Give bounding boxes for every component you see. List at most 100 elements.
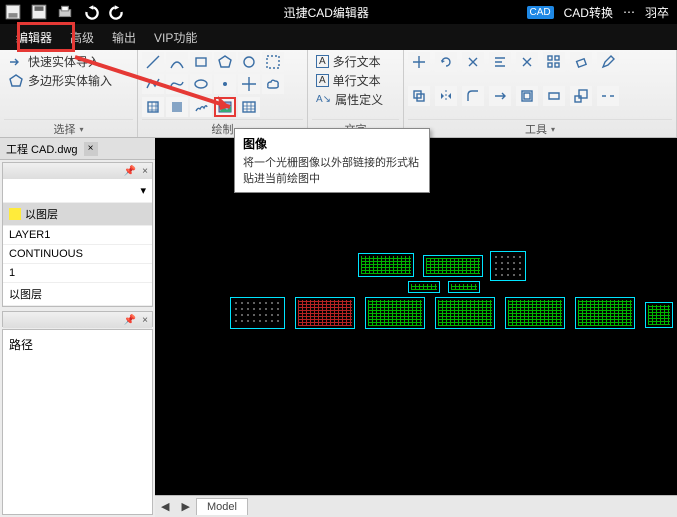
tab-advanced[interactable]: 高级 [70, 29, 94, 46]
layer-label: 1 [9, 267, 15, 279]
file-tab[interactable]: 工程 CAD.dwg × [0, 138, 155, 160]
rect-select-icon[interactable] [262, 52, 284, 72]
redo-icon[interactable] [108, 3, 126, 21]
save-icon[interactable] [4, 3, 22, 21]
layer-row[interactable]: 1 [3, 264, 152, 283]
drawing-thumb [295, 297, 355, 329]
fillet-icon[interactable] [462, 86, 484, 106]
sketch-icon[interactable] [190, 97, 212, 117]
ribbon-tabbar: 编辑器 高级 输出 VIP功能 [0, 24, 677, 50]
tooltip-body: 将一个光栅图像以外部链接的形式粘贴进当前绘图中 [243, 154, 421, 186]
pin-icon[interactable]: 📌 [124, 166, 136, 177]
trim-icon[interactable] [462, 52, 484, 72]
drawing-thumb [408, 281, 440, 293]
app-title: 迅捷CAD编辑器 [126, 4, 527, 21]
cad-badge: CAD [527, 6, 554, 19]
drawing-thumb [505, 297, 565, 329]
group-tools-label: 工具 [525, 121, 547, 137]
layer-row[interactable]: 以图层 [3, 283, 152, 306]
drawing-thumb [423, 255, 483, 277]
align-icon[interactable] [489, 52, 511, 72]
tab-editor[interactable]: 编辑器 [16, 29, 52, 46]
panel-close-icon[interactable]: × [142, 315, 148, 326]
prev-tab-icon[interactable]: ◀ [155, 500, 175, 513]
layer-label: 以图层 [9, 286, 42, 302]
extend-icon[interactable] [489, 86, 511, 106]
gradient-icon[interactable] [166, 97, 188, 117]
move-icon[interactable] [408, 52, 430, 72]
offset-icon[interactable] [516, 86, 538, 106]
poly-input-button[interactable]: 多边形实体输入 [4, 71, 133, 90]
tab-output[interactable]: 输出 [112, 29, 136, 46]
polyline-icon[interactable] [142, 74, 164, 94]
arc-icon[interactable] [166, 52, 188, 72]
drawing-thumb [365, 297, 425, 329]
tooltip-title: 图像 [243, 135, 421, 152]
undo-icon[interactable] [82, 3, 100, 21]
ribbon: 快速实体导入 多边形实体输入 选择▾ [0, 50, 677, 138]
mid-panel-hdr: 📌× [2, 311, 153, 327]
construction-icon[interactable] [238, 74, 260, 94]
close-file-icon[interactable]: × [84, 142, 98, 156]
layer-row[interactable]: LAYER1 [3, 226, 152, 245]
erase-icon[interactable] [570, 52, 592, 72]
mirror-icon[interactable] [435, 86, 457, 106]
edit-icon[interactable] [597, 52, 619, 72]
drawing-canvas[interactable] [155, 138, 677, 517]
copy-icon[interactable] [408, 86, 430, 106]
next-tab-icon[interactable]: ▶ [175, 500, 195, 513]
image-icon[interactable] [214, 97, 236, 117]
layer-label: CONTINUOUS [9, 248, 83, 260]
mtext-button[interactable]: A多行文本 [312, 52, 399, 71]
tab-vip[interactable]: VIP功能 [154, 29, 197, 46]
tooltip: 图像 将一个光栅图像以外部链接的形式粘贴进当前绘图中 [234, 128, 430, 193]
model-tab[interactable]: Model [196, 498, 248, 515]
stretch-icon[interactable] [543, 86, 565, 106]
scale-icon[interactable] [570, 86, 592, 106]
drawing-thumb [490, 251, 526, 281]
quick-import-button[interactable]: 快速实体导入 [4, 52, 133, 71]
quick-import-label: 快速实体导入 [28, 53, 100, 70]
drawing-thumb [358, 253, 414, 277]
point-icon[interactable] [214, 74, 236, 94]
path-panel: 路径 [2, 329, 153, 515]
attr-def-button[interactable]: A↘属性定义 [312, 90, 399, 109]
polygon-icon[interactable] [214, 52, 236, 72]
rotate-icon[interactable] [435, 52, 457, 72]
help-icon[interactable]: ⋯ [623, 5, 635, 19]
line-icon[interactable] [142, 52, 164, 72]
user-name[interactable]: 羽卒 [645, 4, 669, 21]
poly-input-label: 多边形实体输入 [28, 72, 112, 89]
cad-convert-link[interactable]: CAD转换 [564, 4, 613, 21]
layer-row[interactable]: 以图层 [3, 203, 152, 226]
statusbar: ◀ ▶ Model [155, 495, 677, 517]
titlebar: 迅捷CAD编辑器 CAD CAD转换 ⋯ 羽卒 [0, 0, 677, 24]
circle-icon[interactable] [238, 52, 260, 72]
print-icon[interactable] [56, 3, 74, 21]
dropdown-row[interactable]: ▾ [3, 179, 152, 203]
rect-icon[interactable] [190, 52, 212, 72]
explode-icon[interactable] [516, 52, 538, 72]
ellipse-icon[interactable] [190, 74, 212, 94]
drawing-thumb [230, 297, 285, 329]
drawing-thumb [435, 297, 495, 329]
break-icon[interactable] [597, 86, 619, 106]
panel-close-icon[interactable]: × [142, 166, 148, 177]
save-as-icon[interactable] [30, 3, 48, 21]
pin-icon[interactable]: 📌 [124, 315, 136, 326]
layers-panel: 📌 × ▾ 以图层 LAYER1 CONTINUOUS 1 以图层 [2, 162, 153, 307]
text-button[interactable]: A单行文本 [312, 71, 399, 90]
spline-icon[interactable] [166, 74, 188, 94]
layer-label: 以图层 [25, 206, 58, 222]
group-select-label: 选择 [53, 121, 75, 137]
revision-cloud-icon[interactable] [262, 74, 284, 94]
hatch-icon[interactable] [142, 97, 164, 117]
layer-row[interactable]: CONTINUOUS [3, 245, 152, 264]
left-column: 工程 CAD.dwg × 📌× ▾ 以图层LAYER1CONTINUOUS1以图… [0, 138, 155, 517]
path-label: 路径 [9, 338, 33, 352]
drawing-thumb [645, 302, 673, 328]
array-icon[interactable] [543, 52, 565, 72]
layer-swatch [9, 208, 21, 220]
drawing-thumb [575, 297, 635, 329]
table-icon[interactable] [238, 97, 260, 117]
